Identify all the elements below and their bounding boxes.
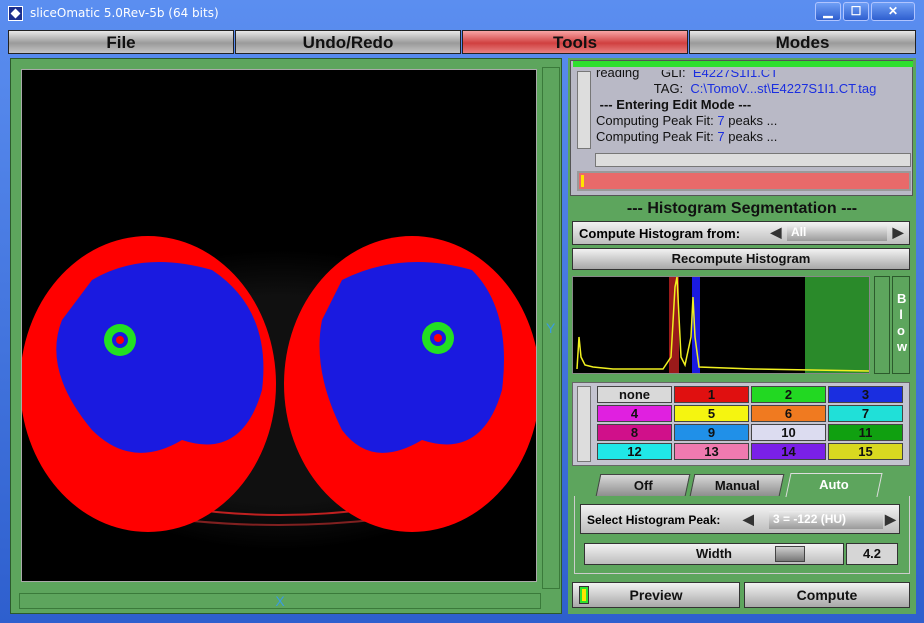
select-peak-row: Select Histogram Peak: ◀ 3 = -122 (HU) ▶ (580, 504, 900, 534)
app-window: sliceOmatic 5.0Rev-5b (64 bits) ▁ ☐ ✕ Fi… (0, 0, 924, 623)
compute-from-select[interactable]: All (787, 225, 887, 241)
histogram-box: Blow (572, 274, 915, 378)
palette-color-14[interactable]: 14 (751, 443, 826, 460)
compute-from-prev-icon[interactable]: ◀ (767, 224, 785, 242)
palette-color-13[interactable]: 13 (674, 443, 749, 460)
menu-modes[interactable]: Modes (689, 30, 916, 54)
color-palette: none 1 2 3 4 5 6 7 8 9 10 11 12 13 14 15 (572, 382, 910, 466)
select-peak-label: Select Histogram Peak: (587, 513, 721, 527)
tab-manual-label: Manual (714, 478, 760, 493)
image-viewer: Y X (10, 58, 562, 614)
tab-off[interactable]: Off (595, 474, 691, 496)
ct-slice-image[interactable] (21, 69, 537, 582)
msg-reading: reading (596, 70, 640, 80)
tool-panel: reading GLI: E4227S1I1.CT TAG: C:\TomoV.… (568, 58, 916, 614)
palette-color-1[interactable]: 1 (674, 386, 749, 403)
palette-color-10[interactable]: 10 (751, 424, 826, 441)
palette-color-4[interactable]: 4 (597, 405, 672, 422)
histogram-scrollbar[interactable] (874, 276, 890, 374)
tab-auto-label: Auto (819, 477, 849, 492)
maximize-button[interactable]: ☐ (843, 2, 869, 21)
palette-scrollbar[interactable] (577, 386, 591, 462)
msg-gli-value: E4227S1I1.CT (692, 70, 779, 80)
palette-color-2[interactable]: 2 (751, 386, 826, 403)
histogram-plot[interactable] (572, 276, 870, 374)
msg-peakfit-2: Computing Peak Fit: (596, 129, 714, 144)
preview-button[interactable]: Preview (572, 582, 740, 608)
msg-gli-key: GLI: (661, 70, 686, 80)
compute-button[interactable]: Compute (744, 582, 910, 608)
close-button[interactable]: ✕ (871, 2, 915, 21)
width-slider-handle[interactable] (775, 546, 805, 562)
message-log: reading GLI: E4227S1I1.CT TAG: C:\TomoV.… (596, 70, 912, 150)
message-hscrollbar[interactable] (595, 153, 911, 167)
width-label: Width (696, 546, 732, 561)
msg-tag-value: C:\TomoV...st\E4227S1I1.CT.tag (690, 81, 877, 96)
peak-select[interactable]: 3 = -122 (HU) (769, 511, 883, 529)
palette-color-8[interactable]: 8 (597, 424, 672, 441)
palette-color-3[interactable]: 3 (828, 386, 903, 403)
msg-peakfit-1-suffix: peaks ... (728, 113, 778, 128)
menu-file[interactable]: File (8, 30, 234, 54)
palette-color-12[interactable]: 12 (597, 443, 672, 460)
x-axis-bar[interactable]: X (19, 593, 541, 609)
palette-color-5[interactable]: 5 (674, 405, 749, 422)
compute-from-label: Compute Histogram from: (579, 226, 741, 241)
palette-color-11[interactable]: 11 (828, 424, 903, 441)
preview-indicator (579, 586, 589, 604)
msg-tag-key: TAG: (653, 81, 684, 96)
palette-color-none[interactable]: none (597, 386, 672, 403)
progress-bar (577, 171, 911, 191)
tab-off-label: Off (633, 478, 653, 493)
y-axis-label: Y (546, 320, 556, 336)
recompute-histogram-button[interactable]: Recompute Histogram (572, 248, 910, 270)
msg-peakfit-1-count: 7 (717, 113, 725, 128)
msg-peakfit-2-count: 7 (717, 129, 725, 144)
tab-manual[interactable]: Manual (689, 474, 785, 496)
palette-color-6[interactable]: 6 (751, 405, 826, 422)
palette-color-7[interactable]: 7 (828, 405, 903, 422)
minimize-button[interactable]: ▁ (815, 2, 841, 21)
palette-color-15[interactable]: 15 (828, 443, 903, 460)
peak-next-icon[interactable]: ▶ (885, 511, 896, 528)
message-area: reading GLI: E4227S1I1.CT TAG: C:\TomoV.… (570, 60, 913, 196)
msg-edit-mode: --- Entering Edit Mode --- (599, 97, 752, 112)
y-axis-bar[interactable]: Y (542, 67, 560, 589)
peak-prev-icon[interactable]: ◀ (743, 511, 754, 528)
menu-undo-redo[interactable]: Undo/Redo (235, 30, 461, 54)
width-row: Width 4.2 (584, 542, 900, 566)
width-value[interactable]: 4.2 (846, 543, 898, 565)
blow-button[interactable]: Blow (892, 276, 910, 374)
blow-label: Blow (897, 291, 908, 354)
palette-color-9[interactable]: 9 (674, 424, 749, 441)
menu-bar: File Undo/Redo Tools Modes (8, 30, 916, 54)
app-icon[interactable] (8, 6, 23, 21)
histogram-segmentation-title: --- Histogram Segmentation --- (626, 200, 858, 217)
status-bar (573, 61, 913, 67)
window-title: sliceOmatic 5.0Rev-5b (64 bits) (30, 6, 219, 20)
msg-peakfit-1: Computing Peak Fit: (596, 113, 714, 128)
compute-from-next-icon[interactable]: ▶ (889, 224, 907, 242)
menu-tools[interactable]: Tools (462, 30, 688, 54)
message-scrollbar[interactable] (577, 71, 591, 149)
width-slider[interactable]: Width (584, 543, 844, 565)
title-bar[interactable]: sliceOmatic 5.0Rev-5b (64 bits) ▁ ☐ ✕ (0, 0, 924, 27)
tab-auto[interactable]: Auto (785, 473, 883, 497)
segmented-ct-picture[interactable] (22, 70, 537, 582)
msg-peakfit-2-suffix: peaks ... (728, 129, 778, 144)
compute-from-row: Compute Histogram from: ◀ All ▶ (572, 221, 910, 245)
preview-label: Preview (629, 587, 683, 603)
